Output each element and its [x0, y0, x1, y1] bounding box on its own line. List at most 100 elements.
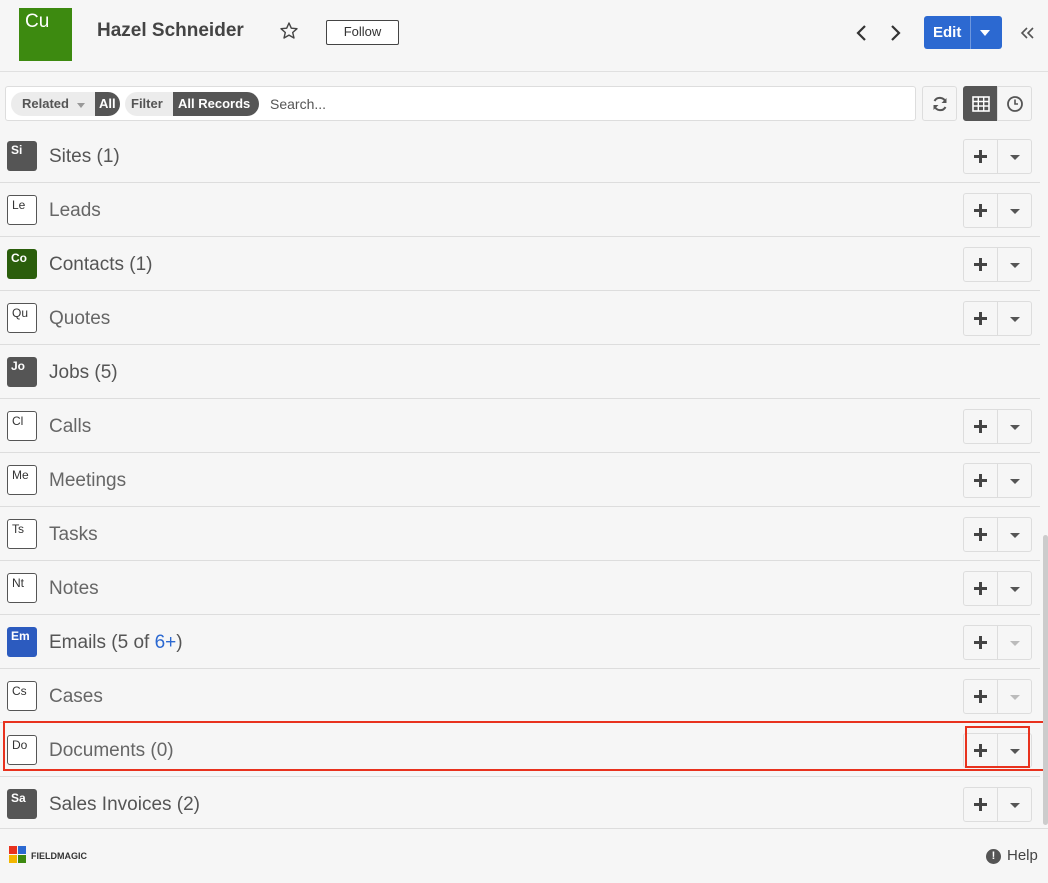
list-item-title: Meetings: [49, 470, 127, 491]
list-item-label[interactable]: Sales Invoices (2): [49, 794, 200, 816]
row-actions: [963, 733, 1032, 768]
list-item-label[interactable]: Sites (1): [49, 146, 120, 168]
list-item[interactable]: Sa Sales Invoices (2): [0, 777, 1040, 831]
plus-icon[interactable]: [964, 302, 998, 335]
list-item[interactable]: Qu Quotes: [0, 291, 1040, 345]
search-input[interactable]: [270, 92, 890, 116]
follow-button[interactable]: Follow: [326, 20, 399, 45]
caret-down-icon[interactable]: [998, 194, 1032, 227]
row-actions: [963, 139, 1032, 174]
list-item[interactable]: Jo Jobs (5): [0, 345, 1040, 399]
list-item[interactable]: Me Meetings: [0, 453, 1040, 507]
row-actions: [963, 517, 1032, 552]
refresh-button[interactable]: [922, 86, 957, 121]
list-item-label[interactable]: Quotes: [49, 308, 110, 330]
edit-button[interactable]: Edit: [924, 16, 1002, 49]
module-badge: Cs: [7, 681, 37, 711]
caret-down-icon[interactable]: [998, 788, 1032, 821]
caret-down-icon[interactable]: [980, 30, 990, 36]
plus-icon[interactable]: [964, 518, 998, 551]
plus-icon[interactable]: [964, 410, 998, 443]
caret-down-icon: [77, 103, 85, 108]
caret-down-icon[interactable]: [998, 572, 1032, 605]
list-item-title: Tasks: [49, 524, 98, 545]
caret-down-icon[interactable]: [998, 302, 1032, 335]
grid-view-icon: [972, 96, 990, 112]
history-button[interactable]: [997, 86, 1032, 121]
list-item[interactable]: Co Contacts (1): [0, 237, 1040, 291]
module-badge: Me: [7, 465, 37, 495]
list-item-suffix: ): [176, 632, 183, 653]
list-item-label[interactable]: Leads: [49, 200, 101, 222]
list-item[interactable]: Si Sites (1): [0, 129, 1040, 183]
caret-down-icon[interactable]: [998, 626, 1032, 659]
double-chevron-left-icon[interactable]: [1018, 22, 1036, 44]
row-actions: [963, 193, 1032, 228]
caret-down-icon[interactable]: [998, 464, 1032, 497]
grid-view-button[interactable]: [963, 86, 998, 121]
caret-down-icon[interactable]: [998, 410, 1032, 443]
record-title: Hazel Schneider: [97, 20, 244, 41]
plus-icon[interactable]: [964, 734, 998, 767]
list-item-title: Contacts (1): [49, 254, 153, 275]
caret-down-icon[interactable]: [998, 680, 1032, 713]
module-badge: Si: [7, 141, 37, 171]
list-item-label[interactable]: Jobs (5): [49, 362, 118, 384]
list-item[interactable]: Do Documents (0): [0, 723, 1040, 777]
edit-button-label: Edit: [933, 24, 962, 41]
list-item-label[interactable]: Meetings: [49, 470, 126, 492]
more-count-link[interactable]: 6+: [155, 632, 177, 653]
caret-down-icon[interactable]: [998, 734, 1032, 767]
list-item-title: Quotes: [49, 308, 111, 329]
row-actions: [963, 787, 1032, 822]
caret-down-icon[interactable]: [998, 518, 1032, 551]
plus-icon[interactable]: [964, 788, 998, 821]
records-filter-value: All Records: [173, 92, 259, 116]
plus-icon[interactable]: [964, 626, 998, 659]
list-item[interactable]: Cs Cases: [0, 669, 1040, 723]
list-item-label[interactable]: Emails (5 of 6+): [49, 632, 183, 654]
plus-icon[interactable]: [964, 248, 998, 281]
module-badge: Cl: [7, 411, 37, 441]
records-filter-pill[interactable]: Filter All Records: [125, 92, 259, 116]
plus-icon[interactable]: [964, 464, 998, 497]
history-clock-icon: [1007, 96, 1023, 112]
list-item[interactable]: Em Emails (5 of 6+): [0, 615, 1040, 669]
list-item-label[interactable]: Tasks: [49, 524, 98, 546]
related-list: Si Sites (1) Le Leads Co Contacts (1) Qu Quotes…: [0, 129, 1040, 831]
list-item-label[interactable]: Cases: [49, 686, 103, 708]
chevron-left-icon[interactable]: [853, 22, 871, 44]
list-item-title: Sites (1): [49, 146, 120, 167]
module-badge: Jo: [7, 357, 37, 387]
scrollbar[interactable]: [1043, 535, 1048, 825]
logo-text: FIELDMAGIC: [31, 851, 87, 861]
list-item-label[interactable]: Calls: [49, 416, 91, 438]
plus-icon[interactable]: [964, 572, 998, 605]
record-header: Cu Hazel Schneider Follow Edit: [0, 0, 1048, 72]
star-icon[interactable]: [279, 21, 299, 41]
caret-down-icon[interactable]: [998, 248, 1032, 281]
list-item[interactable]: Ts Tasks: [0, 507, 1040, 561]
list-item-title: Notes: [49, 578, 99, 599]
module-badge: Le: [7, 195, 37, 225]
list-item-label[interactable]: Contacts (1): [49, 254, 152, 276]
plus-icon[interactable]: [964, 140, 998, 173]
logo-mark-icon: [9, 846, 29, 866]
module-badge: Nt: [7, 573, 37, 603]
module-badge: Co: [7, 249, 37, 279]
list-item-label[interactable]: Documents (0): [49, 740, 174, 762]
filter-bar: Related All Filter All Records: [5, 86, 916, 121]
plus-icon[interactable]: [964, 194, 998, 227]
module-badge: Do: [7, 735, 37, 765]
list-item[interactable]: Cl Calls: [0, 399, 1040, 453]
plus-icon[interactable]: [964, 680, 998, 713]
list-item-label[interactable]: Notes: [49, 578, 99, 600]
list-item[interactable]: Nt Notes: [0, 561, 1040, 615]
module-badge: Sa: [7, 789, 37, 819]
edit-button-divider: [970, 16, 971, 49]
related-filter-pill[interactable]: Related All: [11, 92, 120, 116]
caret-down-icon[interactable]: [998, 140, 1032, 173]
chevron-right-icon[interactable]: [886, 22, 904, 44]
info-icon: !: [986, 849, 1001, 864]
list-item[interactable]: Le Leads: [0, 183, 1040, 237]
